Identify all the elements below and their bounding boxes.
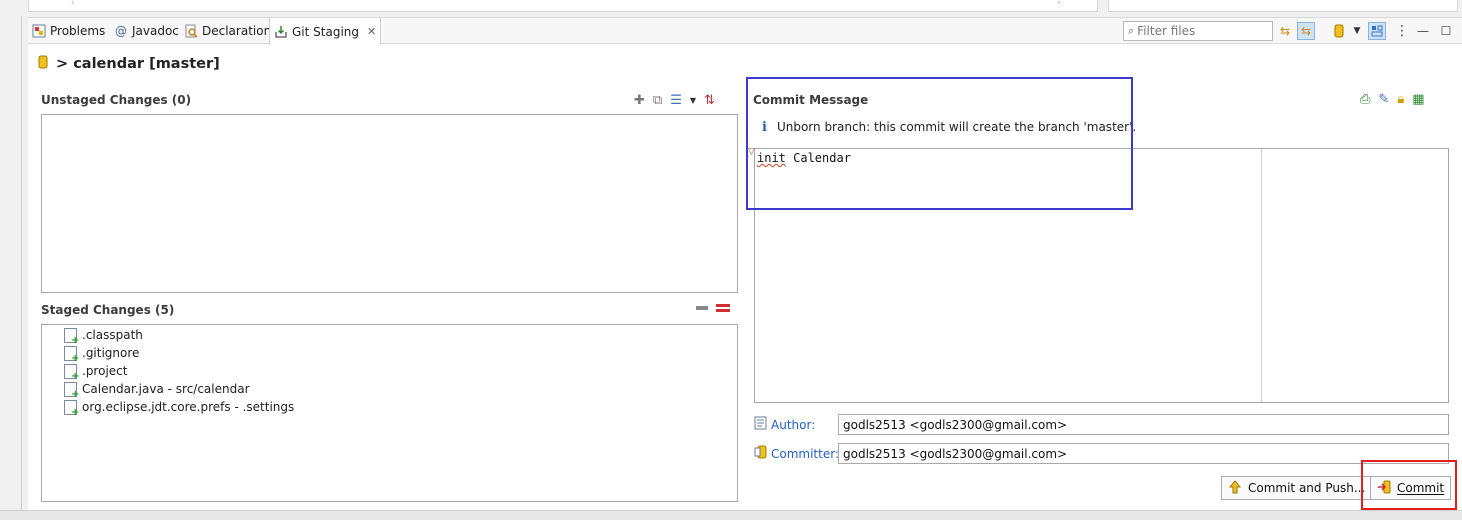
committer-icon xyxy=(754,445,768,462)
amend-icon[interactable]: ⎙ xyxy=(1360,92,1370,107)
repository-icon[interactable] xyxy=(1330,22,1348,40)
tab-problems[interactable]: Problems xyxy=(28,18,109,44)
list-item[interactable]: + Calendar.java - src/calendar xyxy=(64,380,250,399)
tab-git-staging-label: Git Staging xyxy=(292,24,360,39)
commit-toolbar: ⎙ ✎ 🔒︎ ▦ xyxy=(1360,92,1425,107)
tab-javadoc-label: Javadoc xyxy=(132,24,179,38)
file-name: .classpath xyxy=(82,328,143,342)
chevron-down-icon[interactable]: ▼ xyxy=(1348,22,1366,40)
unstage-selected-icon[interactable] xyxy=(696,306,708,310)
committer-value: godls2513 <godls2300@gmail.com> xyxy=(843,446,1068,461)
author-value: godls2513 <godls2300@gmail.com> xyxy=(843,417,1068,432)
list-item[interactable]: + .project xyxy=(64,362,128,381)
file-name: org.eclipse.jdt.core.prefs - .settings xyxy=(82,400,295,414)
git-staging-icon xyxy=(274,25,288,39)
stage-selected-icon[interactable]: ✚ xyxy=(634,93,645,108)
file-name: .gitignore xyxy=(82,346,140,360)
problems-icon xyxy=(32,24,46,38)
presentation-icon[interactable]: ☰ xyxy=(670,93,682,108)
layout-toggle-icon[interactable] xyxy=(1368,22,1386,40)
commit-and-push-button[interactable]: Commit and Push... xyxy=(1221,476,1373,500)
sort-icon[interactable]: ⇅ xyxy=(704,93,715,108)
tab-git-staging[interactable]: Git Staging ✕ xyxy=(269,18,382,45)
filter-files-input[interactable]: ⌕ Filter files xyxy=(1123,21,1273,41)
file-name: Calendar.java - src/calendar xyxy=(82,382,250,396)
minimize-icon[interactable]: — xyxy=(1414,22,1432,40)
refresh-icon[interactable]: ⇆ xyxy=(1276,22,1294,40)
author-icon xyxy=(754,416,768,433)
javadoc-icon: @ xyxy=(115,24,127,38)
repository-title: > calendar [master] xyxy=(38,53,220,75)
link-selection-icon[interactable]: ⇆ xyxy=(1297,22,1315,40)
unstaged-changes-header: Unstaged Changes (0) xyxy=(41,93,192,107)
committer-field[interactable]: godls2513 <godls2300@gmail.com> xyxy=(838,443,1449,464)
tab-declaration-label: Declaration xyxy=(202,24,272,38)
commit-and-push-label: Commit and Push... xyxy=(1248,481,1366,495)
staged-changes-header: Staged Changes (5) xyxy=(41,303,175,317)
stage-all-icon[interactable]: ⧉ xyxy=(653,93,662,108)
staged-toolbar xyxy=(696,304,730,312)
repository-icon xyxy=(38,55,48,73)
status-bar xyxy=(0,510,1462,520)
commit-button-highlight xyxy=(1361,460,1457,510)
change-id-icon[interactable]: ▦ xyxy=(1412,92,1424,107)
unstage-all-icon[interactable] xyxy=(716,304,730,312)
text-file-added-icon: + xyxy=(64,399,79,417)
xml-file-added-icon: + xyxy=(64,363,79,381)
close-tab-icon[interactable]: ✕ xyxy=(367,25,376,38)
editor-scrollbar-area[interactable]: ‹ › xyxy=(28,0,1098,12)
sign-off-icon[interactable]: ✎ xyxy=(1378,92,1389,107)
author-label-text: Author: xyxy=(771,417,816,432)
staged-changes-list[interactable]: + .classpath + .gitignore + .project + C… xyxy=(41,324,738,502)
editor-margin-divider xyxy=(1261,149,1262,402)
maximize-icon[interactable]: ☐ xyxy=(1437,22,1455,40)
chevron-down-icon[interactable]: ▼ xyxy=(690,96,696,105)
author-field[interactable]: godls2513 <godls2300@gmail.com> xyxy=(838,414,1449,435)
tab-declaration[interactable]: Declaration xyxy=(180,18,275,44)
view-menu-icon[interactable]: ⋮ xyxy=(1393,22,1411,40)
scroll-left-icon[interactable]: ‹ xyxy=(71,0,75,8)
repository-title-text: > calendar [master] xyxy=(56,56,220,72)
java-file-added-icon: + xyxy=(64,381,79,399)
list-item[interactable]: + org.eclipse.jdt.core.prefs - .settings xyxy=(64,398,295,417)
scroll-right-icon[interactable]: › xyxy=(1057,0,1061,8)
left-gutter xyxy=(0,16,22,510)
file-name: .project xyxy=(82,364,128,378)
committer-label-text: Committer: xyxy=(771,446,839,461)
author-label[interactable]: Author: xyxy=(754,416,815,433)
outline-pane-edge xyxy=(1108,0,1458,12)
commit-message-highlight xyxy=(746,77,1133,210)
unstaged-changes-list[interactable] xyxy=(41,114,738,293)
declaration-icon xyxy=(184,24,198,38)
tab-problems-label: Problems xyxy=(50,24,106,38)
gpg-sign-icon[interactable]: 🔒︎ xyxy=(1397,92,1404,107)
tab-javadoc[interactable]: @ Javadoc xyxy=(110,18,183,44)
xml-file-added-icon: + xyxy=(64,327,79,345)
filter-files-placeholder: Filter files xyxy=(1137,24,1196,38)
committer-label[interactable]: Committer: xyxy=(754,445,839,462)
push-icon xyxy=(1228,479,1242,497)
list-item[interactable]: + .classpath xyxy=(64,326,143,345)
unstaged-toolbar: ✚ ⧉ ☰ ▼ ⇅ xyxy=(634,93,715,108)
list-item[interactable]: + .gitignore xyxy=(64,344,140,363)
search-icon: ⌕ xyxy=(1128,24,1135,37)
text-file-added-icon: + xyxy=(64,345,79,363)
